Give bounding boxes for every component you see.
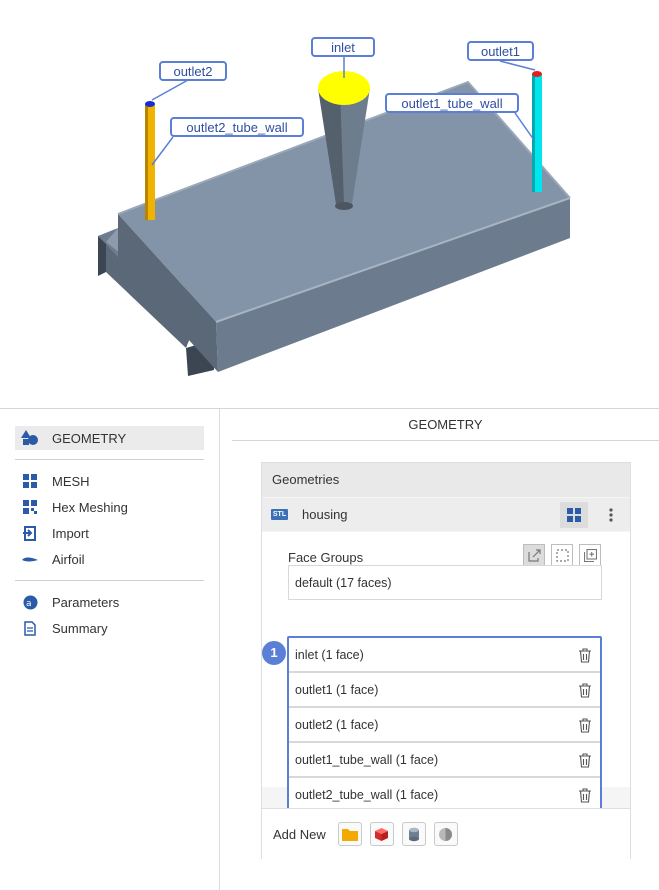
sidebar-item-label: Import — [52, 525, 89, 541]
geometry-item-housing[interactable]: STL housing — [262, 498, 630, 531]
geometries-panel: Geometries STL housing Face Groups defau… — [261, 462, 631, 859]
outlet2-label: outlet2 — [159, 61, 227, 81]
add-folder-button[interactable] — [337, 822, 362, 846]
face-group-label: default (17 faces) — [295, 575, 392, 590]
outlet1-tube-wall-label: outlet1_tube_wall — [385, 93, 519, 113]
outlet1-cap — [532, 71, 542, 77]
parameters-icon: a — [21, 593, 39, 611]
kebab-menu-icon — [609, 508, 613, 522]
view-grid-button[interactable] — [560, 502, 588, 528]
document-icon — [21, 619, 39, 637]
face-group-row-default[interactable]: default (17 faces) — [288, 565, 602, 600]
main-panel: GEOMETRY Geometries STL housing Face Gro… — [232, 409, 659, 890]
face-group-label: outlet2 (1 face) — [295, 717, 379, 732]
face-group-label: outlet1_tube_wall (1 face) — [295, 752, 439, 767]
sidebar-item-label: Airfoil — [52, 551, 85, 567]
sidebar-divider — [15, 459, 204, 460]
add-group-icon — [583, 548, 597, 562]
sidebar-item-summary[interactable]: Summary — [15, 616, 204, 640]
geometry-name: housing — [302, 507, 348, 522]
sidebar-divider — [15, 580, 204, 581]
add-new-bar: Add New — [262, 808, 630, 859]
trash-icon[interactable] — [578, 683, 592, 698]
sidebar-item-parameters[interactable]: a Parameters — [15, 590, 204, 614]
add-cylinder-button[interactable] — [401, 822, 426, 846]
page-title: GEOMETRY — [232, 409, 659, 441]
face-group-row[interactable]: outlet1_tube_wall (1 face) — [288, 742, 602, 777]
face-group-row[interactable]: outlet2 (1 face) — [288, 707, 602, 742]
face-groups-section: Face Groups default (17 faces) inlet (1 … — [262, 532, 630, 812]
grid-icon — [567, 508, 581, 522]
sidebar-item-geometry[interactable]: GEOMETRY — [15, 426, 204, 450]
trash-icon[interactable] — [578, 788, 592, 803]
step-badge: 1 — [262, 641, 286, 665]
face-group-label: outlet2_tube_wall (1 face) — [295, 787, 439, 802]
trash-icon[interactable] — [578, 718, 592, 733]
more-options-button[interactable] — [600, 502, 622, 528]
outlet2-tube-wall-label: outlet2_tube_wall — [170, 117, 304, 137]
add-face-group-button[interactable] — [579, 544, 601, 566]
3d-viewport[interactable]: inlet outlet2 outlet2_tube_wall outlet1 … — [0, 0, 659, 408]
selection-icon — [555, 548, 569, 562]
trash-icon[interactable] — [578, 648, 592, 663]
sidebar: GEOMETRY MESH Hex Meshing Import Airfoil… — [0, 409, 220, 890]
add-new-label: Add New — [273, 826, 326, 842]
face-groups-label: Face Groups — [288, 550, 364, 565]
grid-icon — [21, 472, 39, 490]
sidebar-item-import[interactable]: Import — [15, 521, 204, 545]
face-group-row[interactable]: outlet1 (1 face) — [288, 672, 602, 707]
housing-model — [98, 57, 571, 376]
outlet2-cap — [145, 101, 155, 107]
cylinder-icon — [408, 827, 419, 841]
face-group-label: inlet (1 face) — [295, 647, 364, 662]
export-face-group-button[interactable] — [523, 544, 545, 566]
sidebar-item-hex-meshing[interactable]: Hex Meshing — [15, 495, 204, 519]
export-icon — [527, 548, 541, 562]
trash-icon[interactable] — [578, 753, 592, 768]
sidebar-item-label: Parameters — [52, 594, 120, 610]
svg-text:a: a — [26, 599, 32, 609]
inlet-label: inlet — [311, 37, 375, 57]
airfoil-icon — [21, 550, 39, 568]
select-faces-button[interactable] — [551, 544, 573, 566]
stl-icon: STL — [271, 509, 288, 520]
add-sphere-button[interactable] — [433, 822, 458, 846]
outlet1-label: outlet1 — [467, 41, 534, 61]
sidebar-item-label: Summary — [52, 620, 108, 636]
sphere-icon — [439, 827, 453, 841]
folder-icon — [341, 828, 358, 841]
sidebar-item-mesh[interactable]: MESH — [15, 469, 204, 493]
sidebar-item-label: MESH — [52, 473, 90, 489]
import-icon — [21, 524, 39, 542]
face-group-row[interactable]: inlet (1 face) — [288, 637, 602, 672]
sidebar-item-label: GEOMETRY — [52, 430, 127, 446]
hex-grid-icon — [21, 498, 39, 516]
sidebar-item-airfoil[interactable]: Airfoil — [15, 547, 204, 571]
add-box-button[interactable] — [369, 822, 394, 846]
sidebar-item-label: Hex Meshing — [52, 499, 128, 515]
shapes-icon — [21, 429, 39, 447]
face-group-row[interactable]: outlet2_tube_wall (1 face) — [288, 777, 602, 812]
face-group-label: outlet1 (1 face) — [295, 682, 379, 697]
geometries-heading: Geometries — [262, 463, 630, 497]
cube-icon — [375, 827, 389, 841]
